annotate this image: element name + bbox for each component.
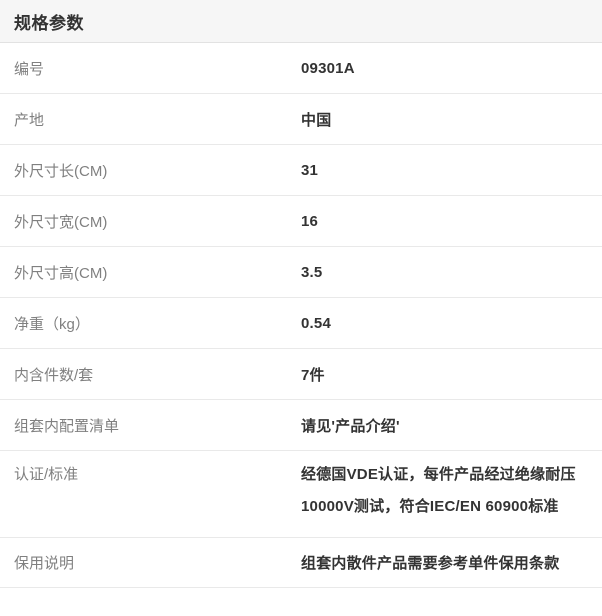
spec-row-piece-count: 内含件数/套 7件	[0, 349, 602, 400]
spec-row-set-contents: 组套内配置清单 请见'产品介绍'	[0, 400, 602, 451]
spec-value: 请见'产品介绍'	[301, 415, 602, 436]
spec-row-height: 外尺寸高(CM) 3.5	[0, 247, 602, 298]
section-header: 规格参数	[0, 0, 602, 43]
spec-label: 产地	[0, 109, 301, 130]
spec-row-length: 外尺寸长(CM) 31	[0, 145, 602, 196]
spec-row-item-number: 编号 09301A	[0, 43, 602, 94]
spec-label: 编号	[0, 58, 301, 79]
spec-value: 组套内散件产品需要参考单件保用条款	[301, 552, 602, 573]
spec-value: 16	[301, 213, 602, 230]
spec-value: 3.5	[301, 264, 602, 281]
spec-value: 7件	[301, 364, 602, 385]
spec-label: 认证/标准	[0, 464, 301, 486]
spec-label: 保用说明	[0, 552, 301, 573]
spec-row-net-weight: 净重（kg） 0.54	[0, 298, 602, 349]
spec-row-warranty: 保用说明 组套内散件产品需要参考单件保用条款	[0, 538, 602, 588]
spec-row-width: 外尺寸宽(CM) 16	[0, 196, 602, 247]
spec-value: 0.54	[301, 315, 602, 332]
spec-label: 内含件数/套	[0, 364, 301, 385]
spec-panel: 规格参数 编号 09301A 产地 中国 外尺寸长(CM) 31 外尺寸宽(CM…	[0, 0, 602, 616]
spec-label: 外尺寸高(CM)	[0, 262, 301, 283]
spec-value: 09301A	[301, 60, 602, 77]
spec-label: 外尺寸长(CM)	[0, 160, 301, 181]
spec-value: 中国	[301, 109, 602, 130]
spec-value: 经德国VDE认证，每件产品经过绝缘耐压10000V测试，符合IEC/EN 609…	[301, 459, 602, 523]
section-title: 规格参数	[14, 9, 84, 34]
spec-label: 净重（kg）	[0, 313, 301, 334]
spec-row-origin: 产地 中国	[0, 94, 602, 145]
spec-value: 31	[301, 162, 602, 179]
spec-row-certification: 认证/标准 经德国VDE认证，每件产品经过绝缘耐压10000V测试，符合IEC/…	[0, 451, 602, 538]
spec-label: 外尺寸宽(CM)	[0, 211, 301, 232]
spec-label: 组套内配置清单	[0, 415, 301, 436]
